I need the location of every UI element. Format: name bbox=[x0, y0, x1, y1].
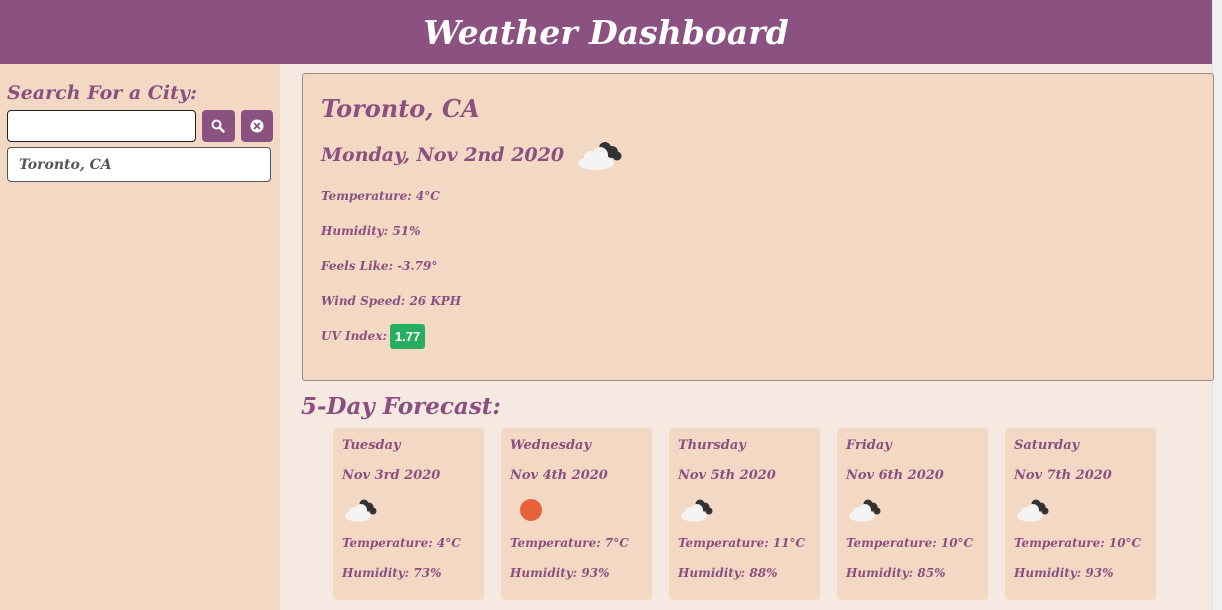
forecast-humidity: Humidity: 85% bbox=[846, 566, 946, 580]
forecast-icon-wrap bbox=[678, 492, 811, 528]
forecast-day: Tuesday bbox=[342, 438, 401, 453]
cloudy-icon bbox=[681, 499, 713, 522]
uv-index-row: UV Index: 1.77 bbox=[321, 323, 1195, 349]
forecast-temperature: Temperature: 4°C bbox=[342, 536, 461, 550]
cloudy-icon bbox=[1017, 499, 1049, 522]
forecast-date: Nov 5th 2020 bbox=[678, 468, 776, 483]
forecast-card: Thursday Nov 5th 2020 Temperature: 11°C … bbox=[669, 428, 820, 600]
search-icon bbox=[211, 119, 225, 133]
forecast-icon-wrap bbox=[510, 492, 643, 528]
current-feels-like: Feels Like: -3.79° bbox=[321, 259, 438, 273]
forecast-day: Friday bbox=[846, 438, 892, 453]
current-weather-panel: Toronto, CA Monday, Nov 2nd 2020 Tempera… bbox=[302, 73, 1214, 381]
city-search-input[interactable] bbox=[7, 110, 196, 142]
forecast-title: 5-Day Forecast: bbox=[301, 393, 501, 420]
forecast-card: Saturday Nov 7th 2020 Temperature: 10°C … bbox=[1005, 428, 1156, 600]
page-title: Weather Dashboard bbox=[423, 12, 789, 52]
forecast-icon-wrap bbox=[1014, 492, 1147, 528]
search-row bbox=[7, 110, 273, 142]
current-city: Toronto, CA bbox=[321, 94, 480, 123]
forecast-date: Nov 7th 2020 bbox=[1014, 468, 1112, 483]
forecast-temperature: Temperature: 10°C bbox=[1014, 536, 1142, 550]
current-date: Monday, Nov 2nd 2020 bbox=[321, 144, 565, 166]
forecast-card: Tuesday Nov 3rd 2020 Temperature: 4°C Hu… bbox=[333, 428, 484, 600]
forecast-humidity: Humidity: 88% bbox=[678, 566, 778, 580]
forecast-day: Wednesday bbox=[510, 438, 592, 453]
current-date-row: Monday, Nov 2nd 2020 bbox=[321, 137, 1195, 173]
forecast-date: Nov 3rd 2020 bbox=[342, 468, 441, 483]
forecast-date: Nov 6th 2020 bbox=[846, 468, 944, 483]
current-wind-speed: Wind Speed: 26 KPH bbox=[321, 294, 462, 308]
forecast-card: Friday Nov 6th 2020 Temperature: 10°C Hu… bbox=[837, 428, 988, 600]
forecast-date: Nov 4th 2020 bbox=[510, 468, 608, 483]
current-humidity: Humidity: 51% bbox=[321, 224, 421, 238]
forecast-day: Saturday bbox=[1014, 438, 1080, 453]
search-heading: Search For a City: bbox=[7, 82, 197, 104]
forecast-cards: Tuesday Nov 3rd 2020 Temperature: 4°C Hu… bbox=[333, 428, 1156, 600]
clear-button[interactable] bbox=[240, 110, 273, 142]
forecast-day: Thursday bbox=[678, 438, 746, 453]
forecast-icon-wrap bbox=[846, 492, 979, 528]
forecast-humidity: Humidity: 73% bbox=[342, 566, 442, 580]
clear-icon bbox=[250, 119, 264, 133]
forecast-temperature: Temperature: 11°C bbox=[678, 536, 806, 550]
page-header: Weather Dashboard bbox=[0, 0, 1212, 64]
forecast-humidity: Humidity: 93% bbox=[510, 566, 610, 580]
sidebar: Search For a City: Toronto, CA bbox=[0, 64, 280, 610]
cloudy-icon bbox=[345, 499, 377, 522]
cloudy-icon bbox=[578, 142, 622, 170]
search-button[interactable] bbox=[202, 110, 235, 142]
current-temperature: Temperature: 4°C bbox=[321, 189, 440, 203]
forecast-temperature: Temperature: 10°C bbox=[846, 536, 974, 550]
uv-index-badge: 1.77 bbox=[389, 323, 426, 349]
sun-icon bbox=[520, 499, 542, 521]
search-history-item[interactable]: Toronto, CA bbox=[7, 147, 271, 182]
forecast-icon-wrap bbox=[342, 492, 475, 528]
forecast-card: Wednesday Nov 4th 2020 Temperature: 7°C … bbox=[501, 428, 652, 600]
uv-index-label: UV Index: bbox=[321, 329, 387, 343]
forecast-temperature: Temperature: 7°C bbox=[510, 536, 629, 550]
cloudy-icon bbox=[849, 499, 881, 522]
forecast-humidity: Humidity: 93% bbox=[1014, 566, 1114, 580]
